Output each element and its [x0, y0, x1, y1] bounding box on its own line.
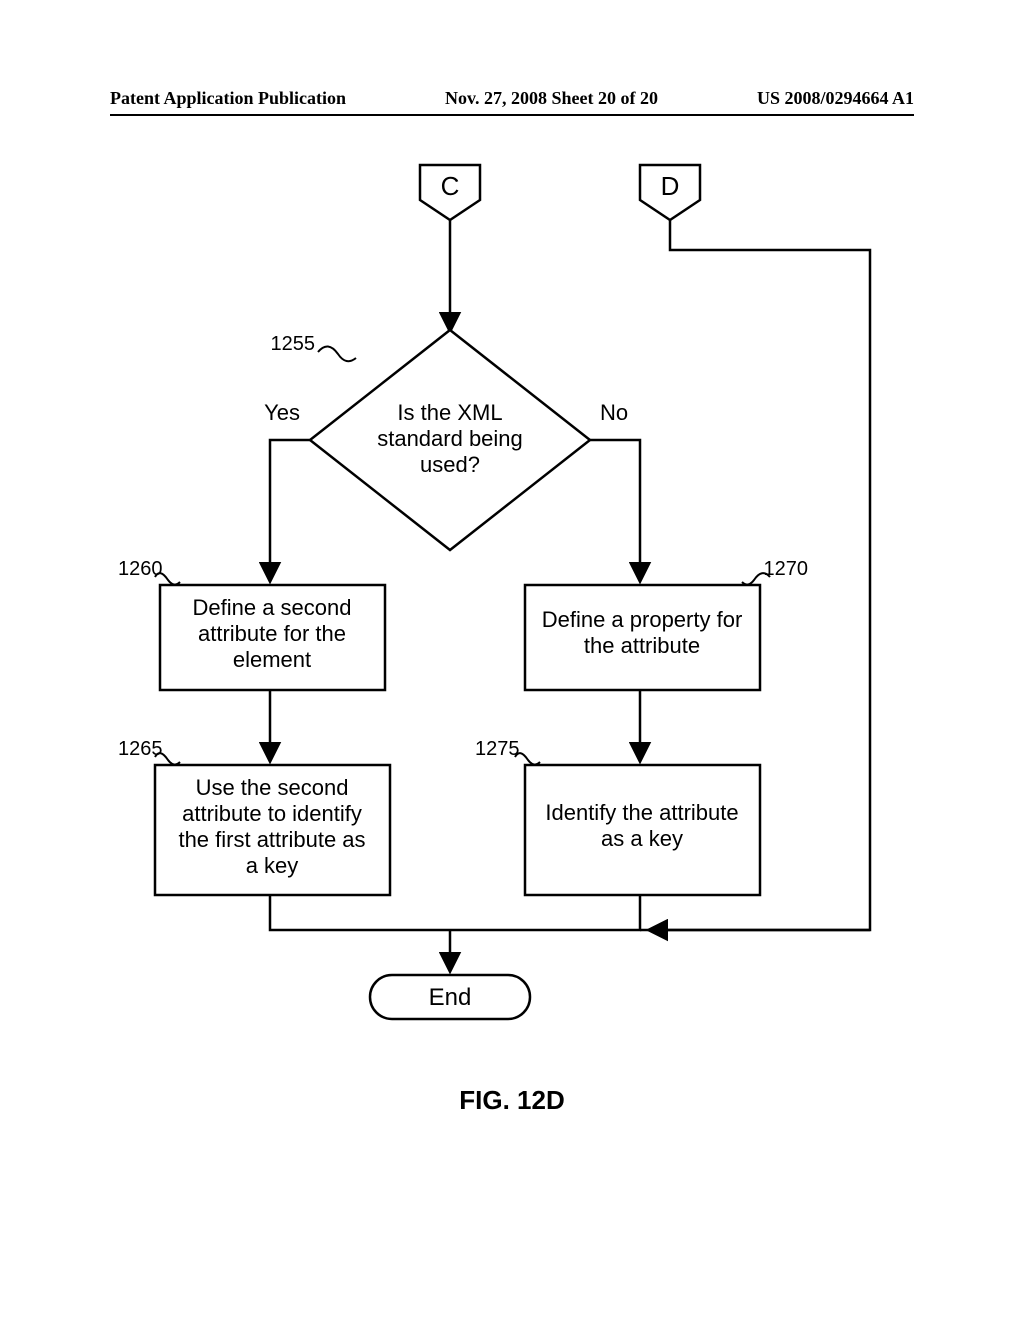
svg-text:the attribute: the attribute	[584, 633, 700, 658]
box-1260: Define a second attribute for the elemen…	[160, 585, 385, 690]
svg-text:used?: used?	[420, 452, 480, 477]
header-right: US 2008/0294664 A1	[757, 88, 914, 109]
connector-c: C	[420, 165, 480, 220]
ref-1255: 1255	[271, 333, 316, 355]
decision-no: No	[600, 400, 628, 425]
edge-1275-merge	[450, 895, 640, 930]
connector-c-label: C	[441, 171, 460, 201]
edge-yes	[270, 440, 310, 580]
patent-page: Patent Application Publication Nov. 27, …	[0, 0, 1024, 1320]
svg-text:element: element	[233, 647, 311, 672]
box-1265: Use the second attribute to identify the…	[155, 765, 390, 895]
edge-no	[590, 440, 640, 580]
svg-text:Identify the attribute: Identify the attribute	[545, 800, 738, 825]
svg-text:End: End	[429, 984, 472, 1011]
svg-text:attribute to identify: attribute to identify	[182, 801, 362, 826]
box-1270: Define a property for the attribute	[525, 585, 760, 690]
svg-text:attribute for the: attribute for the	[198, 621, 346, 646]
figure-caption: FIG. 12D	[0, 1085, 1024, 1116]
connector-d-label: D	[661, 171, 680, 201]
svg-text:Is the XML: Is the XML	[397, 400, 502, 425]
terminator-end: End	[370, 975, 530, 1019]
connector-d: D	[640, 165, 700, 220]
ref-1275: 1275	[475, 738, 520, 760]
flowchart: C D Is the XML standard being used? 1255…	[0, 130, 1024, 1090]
header-rule	[110, 114, 914, 116]
svg-text:Define a second: Define a second	[193, 595, 352, 620]
svg-text:standard being: standard being	[377, 426, 523, 451]
decision-yes: Yes	[264, 400, 300, 425]
svg-text:Define a property for: Define a property for	[542, 607, 743, 632]
header-left: Patent Application Publication	[110, 88, 346, 109]
decision-xml: Is the XML standard being used?	[310, 330, 590, 550]
box-1275: Identify the attribute as a key	[525, 765, 760, 895]
page-header: Patent Application Publication Nov. 27, …	[110, 88, 914, 109]
svg-text:Use the second: Use the second	[196, 775, 349, 800]
edge-1265-merge	[270, 895, 450, 930]
ref-1255-lead	[318, 346, 356, 361]
header-center: Nov. 27, 2008 Sheet 20 of 20	[445, 88, 658, 109]
svg-text:a key: a key	[246, 853, 299, 878]
svg-text:as a key: as a key	[601, 826, 683, 851]
svg-text:the first attribute as: the first attribute as	[178, 827, 365, 852]
edge-d-merge	[640, 900, 870, 930]
